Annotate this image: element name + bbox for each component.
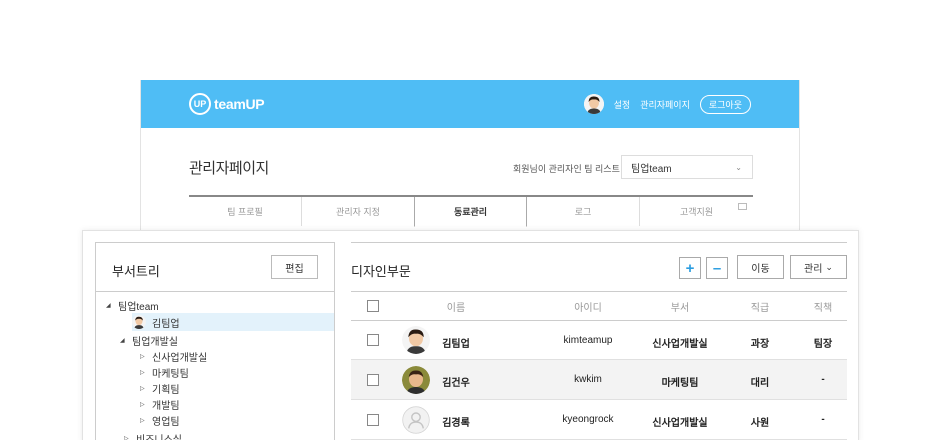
colleague-management-panel: 부서트리 편집 ◢ 팀업team 김팀업 ◢ 팀업개발실 ▷ 신사업개발실 ▷ … bbox=[82, 230, 859, 440]
manage-dropdown-button[interactable]: 관리 ⌄ bbox=[790, 255, 847, 279]
member-dept: 신사업개발실 bbox=[652, 418, 708, 429]
tab-colleague-management[interactable]: 동료관리 bbox=[414, 197, 527, 227]
member-position: 팀장 bbox=[813, 339, 833, 350]
page-title: 관리자페이지 bbox=[189, 160, 269, 177]
window-icon bbox=[738, 203, 747, 210]
team-select-value: 팀업team bbox=[631, 163, 672, 175]
tab-customer-support-label: 고객지원 bbox=[679, 207, 714, 217]
collapsed-triangle-icon: ▷ bbox=[140, 417, 145, 424]
tab-log[interactable]: 로그 bbox=[527, 197, 640, 226]
logo-mark-icon: UP bbox=[189, 93, 211, 115]
table-header-row: 이름 아이디 부서 직급 직책 bbox=[351, 292, 847, 321]
row-checkbox[interactable] bbox=[367, 374, 379, 386]
team-select[interactable]: 팀업team ⌄ bbox=[621, 155, 753, 179]
column-header-rank[interactable]: 직급 bbox=[735, 299, 785, 314]
column-header-name[interactable]: 이름 bbox=[426, 299, 486, 314]
collapsed-triangle-icon: ▷ bbox=[124, 435, 129, 440]
admin-page-link[interactable]: 관리자페이지 bbox=[640, 98, 690, 111]
tree-node-label: 김팀업 bbox=[152, 318, 180, 330]
tree-node-sales[interactable]: ▷ 영업팀 bbox=[140, 412, 180, 428]
settings-link[interactable]: 설정 bbox=[614, 98, 631, 111]
chevron-down-icon: ⌄ bbox=[735, 163, 742, 172]
member-position: - bbox=[821, 414, 825, 425]
edit-tree-button[interactable]: 편집 bbox=[271, 255, 318, 279]
tree-node-label: 기획팀 bbox=[152, 384, 180, 396]
tree-divider bbox=[96, 291, 334, 292]
member-rank: 사원 bbox=[750, 418, 770, 429]
expanded-triangle-icon: ◢ bbox=[106, 302, 111, 309]
tree-node-label: 신사업개발실 bbox=[152, 352, 208, 364]
tree-node-label: 영업팀 bbox=[152, 416, 180, 428]
manage-label: 관리 bbox=[804, 263, 823, 275]
tree-node-development[interactable]: ▷ 개발팀 bbox=[140, 396, 180, 412]
admin-tabs: 팀 프로필 관리자 지정 동료관리 로그 고객지원 bbox=[189, 197, 753, 227]
logout-button[interactable]: 로그아웃 bbox=[699, 94, 751, 114]
row-checkbox[interactable] bbox=[367, 414, 379, 426]
member-id: kwkim bbox=[574, 374, 602, 385]
top-nav-bar: UP teamUP 설정 관리자페이지 로그아웃 bbox=[141, 80, 799, 128]
table-row[interactable]: 김팀업 kimteamup 신사업개발실 과장 팀장 bbox=[351, 321, 847, 360]
column-header-dept[interactable]: 부서 bbox=[640, 299, 720, 314]
team-list-label: 회원님이 관리자인 팀 리스트 bbox=[513, 164, 620, 174]
member-dept: 마케팅팀 bbox=[661, 378, 699, 389]
teamup-logo[interactable]: UP teamUP bbox=[189, 93, 265, 115]
member-name: 김건우 bbox=[442, 378, 470, 389]
member-avatar bbox=[132, 315, 146, 329]
member-id: kimteamup bbox=[563, 335, 613, 346]
tree-node-member[interactable]: 김팀업 bbox=[132, 313, 334, 331]
tree-node-root[interactable]: ◢ 팀업team bbox=[106, 297, 159, 313]
table-row[interactable]: 김건우 kwkim 마케팅팀 대리 - bbox=[351, 360, 847, 400]
user-avatar[interactable] bbox=[583, 94, 604, 114]
tab-admin-assign[interactable]: 관리자 지정 bbox=[302, 197, 414, 226]
member-dept: 신사업개발실 bbox=[652, 339, 708, 350]
member-position: - bbox=[821, 374, 825, 385]
member-name: 김팀업 bbox=[442, 339, 470, 350]
tree-node-label: 마케팅팀 bbox=[152, 368, 189, 380]
minus-icon: – bbox=[712, 259, 722, 277]
plus-icon: + bbox=[685, 259, 695, 277]
collapsed-triangle-icon: ▷ bbox=[140, 401, 145, 408]
table-row[interactable]: 김경록 kyeongrock 신사업개발실 사원 - bbox=[351, 400, 847, 440]
tree-title: 부서트리 bbox=[112, 264, 160, 279]
tree-node-label: 개발팀 bbox=[152, 400, 180, 412]
tree-node-label: 팀업team bbox=[118, 301, 159, 313]
tab-customer-support[interactable]: 고객지원 bbox=[640, 197, 753, 226]
logo-text: teamUP bbox=[214, 96, 265, 112]
collapsed-triangle-icon: ▷ bbox=[140, 353, 145, 360]
tree-node-newbiz[interactable]: ▷ 신사업개발실 bbox=[140, 348, 207, 364]
tree-node-marketing[interactable]: ▷ 마케팅팀 bbox=[140, 364, 189, 380]
tree-node-dev[interactable]: ◢ 팀업개발실 bbox=[120, 332, 178, 348]
collapsed-triangle-icon: ▷ bbox=[140, 385, 145, 392]
member-rank: 대리 bbox=[750, 378, 770, 389]
tree-node-business[interactable]: ▷ 비즈니스실 bbox=[124, 430, 182, 440]
department-members-panel: 디자인부문 + – 이동 관리 ⌄ 이름 아이디 부서 직급 직책 김팀업 ki… bbox=[351, 242, 847, 440]
member-rank: 과장 bbox=[750, 339, 770, 350]
expanded-triangle-icon: ◢ bbox=[120, 337, 125, 344]
collapsed-triangle-icon: ▷ bbox=[140, 369, 145, 376]
member-name: 김경록 bbox=[442, 418, 470, 429]
add-member-button[interactable]: + bbox=[679, 257, 701, 279]
department-tree-panel: 부서트리 편집 ◢ 팀업team 김팀업 ◢ 팀업개발실 ▷ 신사업개발실 ▷ … bbox=[95, 242, 335, 440]
tree-node-label: 팀업개발실 bbox=[132, 336, 178, 348]
tree-node-label: 비즈니스실 bbox=[136, 434, 182, 440]
tab-team-profile[interactable]: 팀 프로필 bbox=[189, 197, 302, 226]
select-all-checkbox[interactable] bbox=[367, 300, 379, 312]
row-checkbox[interactable] bbox=[367, 334, 379, 346]
chevron-down-icon: ⌄ bbox=[825, 261, 833, 272]
column-header-position[interactable]: 직책 bbox=[798, 299, 848, 314]
remove-member-button[interactable]: – bbox=[706, 257, 728, 279]
member-id: kyeongrock bbox=[562, 414, 614, 425]
department-title: 디자인부문 bbox=[351, 264, 411, 279]
column-header-id[interactable]: 아이디 bbox=[533, 299, 643, 314]
move-button[interactable]: 이동 bbox=[737, 255, 784, 279]
tree-node-planning[interactable]: ▷ 기획팀 bbox=[140, 380, 180, 396]
